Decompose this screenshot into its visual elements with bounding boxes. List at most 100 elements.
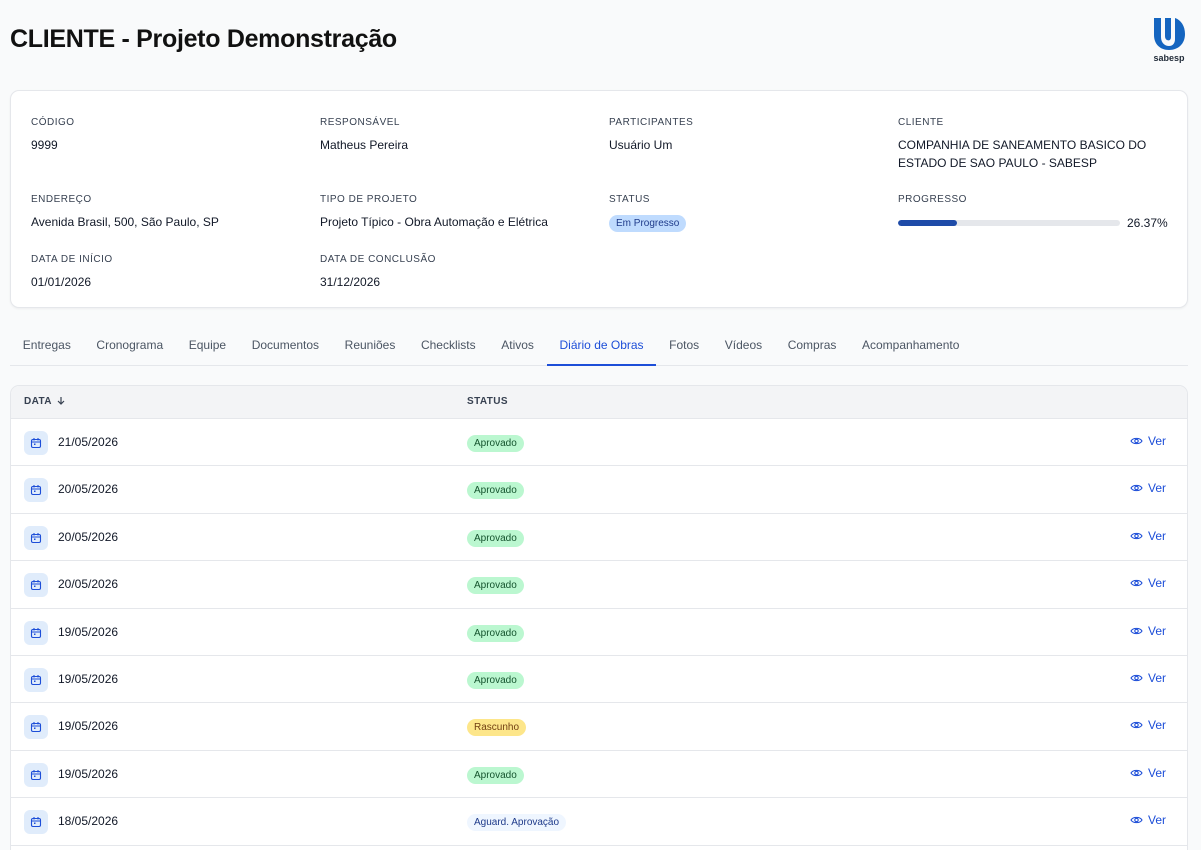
field-label: STATUS (609, 194, 650, 205)
field-tipo-projeto: TIPO DE PROJETO Projeto Típico - Obra Au… (320, 193, 548, 231)
status-badge: Aprovado (467, 435, 524, 452)
progress-fill (898, 220, 957, 226)
view-button-label: Ver (1147, 765, 1166, 780)
tab-cronograma[interactable]: Cronograma (84, 330, 176, 366)
view-button-label: Ver (1147, 528, 1166, 543)
column-header-data[interactable]: DATA (24, 396, 65, 407)
view-button[interactable]: Ver (1130, 671, 1166, 685)
field-label: DATA DE INÍCIO (31, 254, 113, 265)
view-button-label: Ver (1147, 434, 1166, 448)
row-date: 19/05/2026 (58, 766, 119, 781)
view-button[interactable]: Ver (1130, 718, 1166, 732)
tab-entregas[interactable]: Entregas (10, 330, 84, 366)
calendar-icon (24, 762, 48, 787)
table-row: 20/05/2026 Aprovado Ver (11, 561, 1187, 609)
view-button[interactable]: Ver (1130, 624, 1166, 638)
view-button-label: Ver (1147, 623, 1166, 638)
field-value: Avenida Brasil, 500, São Paulo, SP (31, 215, 219, 229)
eye-icon (1130, 720, 1143, 730)
view-button[interactable]: Ver (1130, 481, 1166, 495)
page-header: CLIENTE - Projeto Demonstração sabesp (10, 18, 1187, 63)
calendar-icon (24, 810, 48, 835)
row-date: 20/05/2026 (58, 577, 119, 592)
table-row: 19/05/2026 Aprovado Ver (11, 609, 1187, 656)
view-button[interactable]: Ver (1130, 529, 1166, 543)
progress-bar (898, 220, 1120, 226)
eye-icon (1130, 531, 1143, 541)
field-value: 9999 (31, 138, 58, 152)
status-badge: Rascunho (467, 719, 527, 737)
view-button[interactable]: Ver (1130, 813, 1166, 827)
eye-icon (1130, 626, 1143, 636)
tab-acompanhamento[interactable]: Acompanhamento (849, 330, 972, 366)
tab-documentos[interactable]: Documentos (239, 330, 332, 366)
field-label: RESPONSÁVEL (320, 117, 400, 128)
table-row: 21/05/2026 Aprovado Ver (11, 419, 1187, 467)
page-title: CLIENTE - Projeto Demonstração (10, 25, 397, 53)
table-row: 18/05/2026 Aguard. Aprovação Ver (11, 798, 1187, 846)
status-badge: Aprovado (467, 482, 524, 500)
field-label: PARTICIPANTES (609, 117, 694, 128)
column-header-label: DATA (24, 396, 52, 407)
row-date: 19/05/2026 (58, 671, 119, 686)
view-button[interactable]: Ver (1130, 576, 1166, 590)
calendar-icon (24, 525, 48, 550)
project-info-card: CÓDIGO 9999 RESPONSÁVEL Matheus Pereira … (10, 90, 1188, 308)
field-value: Usuário Um (609, 138, 673, 152)
status-badge: Aprovado (467, 577, 524, 595)
tab-diario-de-obras[interactable]: Diário de Obras (546, 330, 657, 366)
field-participantes: PARTICIPANTES Usuário Um (609, 116, 693, 154)
row-date: 20/05/2026 (58, 529, 119, 544)
diario-table: DATA STATUS 21/05/2026 Aprovado Ver 20/05/2… (10, 385, 1188, 850)
field-value: 31/12/2026 (320, 275, 381, 289)
field-responsavel: RESPONSÁVEL Matheus Pereira (320, 116, 408, 154)
tab-reunioes[interactable]: Reuniões (332, 330, 408, 366)
tab-fotos[interactable]: Fotos (656, 330, 712, 366)
field-value: COMPANHIA DE SANEAMENTO BASICO DO ESTADO… (898, 136, 1146, 172)
table-row: 20/05/2026 Aprovado Ver (11, 514, 1187, 562)
row-date: 19/05/2026 (58, 624, 119, 639)
field-status: STATUS Em Progresso (609, 193, 687, 232)
eye-icon (1130, 483, 1143, 493)
calendar-icon (24, 620, 48, 645)
calendar-icon (24, 431, 48, 455)
view-button[interactable]: Ver (1130, 434, 1166, 448)
view-button[interactable]: Ver (1130, 766, 1166, 780)
status-badge: Aprovado (467, 529, 524, 547)
tab-equipe[interactable]: Equipe (176, 330, 239, 366)
eye-icon (1130, 578, 1143, 588)
table-row: 19/05/2026 Rascunho Ver (11, 703, 1187, 751)
field-value: Matheus Pereira (320, 138, 409, 152)
field-label: ENDEREÇO (31, 194, 92, 205)
sort-arrow-down-icon (55, 396, 65, 407)
row-date: 19/05/2026 (58, 719, 119, 734)
status-badge: Em Progresso (609, 215, 687, 232)
view-button-label: Ver (1147, 481, 1166, 496)
table-body: 21/05/2026 Aprovado Ver 20/05/2026 Aprovado V… (11, 419, 1187, 846)
view-button-label: Ver (1147, 576, 1166, 591)
status-badge: Aprovado (467, 766, 524, 784)
tab-checklists[interactable]: Checklists (408, 330, 488, 366)
field-codigo: CÓDIGO 9999 (31, 116, 75, 154)
row-date: 21/05/2026 (58, 435, 119, 449)
calendar-icon (24, 715, 48, 740)
field-data-conclusao: DATA DE CONCLUSÃO 31/12/2026 (320, 253, 436, 291)
field-progresso: PROGRESSO 26.37% (898, 193, 1168, 230)
field-value: Projeto Típico - Obra Automação e Elétri… (320, 215, 548, 229)
cliente-line-1: COMPANHIA DE SANEAMENTO BASICO DO (898, 138, 1147, 152)
row-date: 20/05/2026 (58, 482, 119, 497)
eye-icon (1130, 673, 1143, 683)
status-badge: Aprovado (467, 671, 524, 689)
calendar-icon (24, 573, 48, 598)
tab-ativos[interactable]: Ativos (488, 330, 546, 366)
calendar-icon (24, 478, 48, 503)
tab-compras[interactable]: Compras (775, 330, 849, 366)
field-value: 01/01/2026 (31, 275, 92, 289)
table-row: 19/05/2026 Aprovado Ver (11, 751, 1187, 799)
eye-icon (1130, 815, 1143, 825)
table-row: 19/05/2026 Aprovado Ver (11, 656, 1187, 704)
tab-videos[interactable]: Vídeos (712, 330, 775, 366)
table-header: DATA STATUS (11, 386, 1187, 419)
status-badge: Aguard. Aprovação (467, 814, 567, 832)
eye-icon (1130, 768, 1143, 778)
